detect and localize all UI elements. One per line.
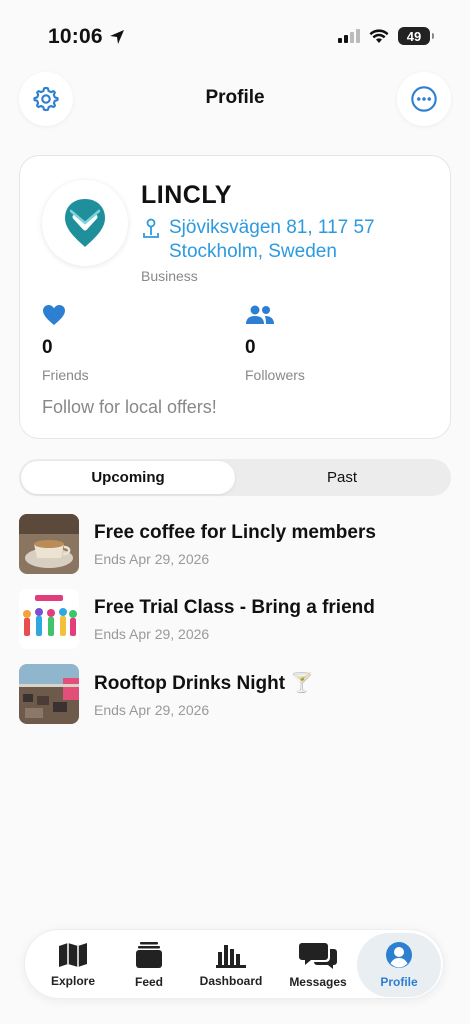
offer-end-date: Ends Apr 29, 2026 [94,625,210,642]
tab-feed-label: Feed [134,975,163,989]
tab-profile[interactable]: Profile [357,933,441,997]
business-name: LINCLY [141,181,232,209]
battery-icon: 49 [398,27,434,45]
business-type: Business [141,268,198,284]
offer-item[interactable]: Free coffee for Lincly members Ends Apr … [19,514,451,574]
tab-feed[interactable]: Feed [117,930,181,1000]
address-text: Sjöviksvägen 81, 117 57 Stockholm, Swede… [169,216,399,264]
signal-icon [338,29,360,43]
tab-upcoming[interactable]: Upcoming [21,461,235,494]
more-options-button[interactable] [397,72,451,126]
tab-past[interactable]: Past [235,461,449,494]
battery-level: 49 [406,28,422,44]
address-line-1: Sjöviksvägen 81, 117 57 [169,217,375,238]
offer-item[interactable]: Free Trial Class - Bring a friend Ends A… [19,589,451,649]
offer-item[interactable]: Rooftop Drinks Night 🍸 Ends Apr 29, 2026 [19,664,451,724]
heart-icon [43,305,65,325]
tab-messages-label: Messages [289,975,347,989]
status-time: 10:06 [48,25,125,49]
tab-dashboard-label: Dashboard [199,974,263,988]
status-time-text: 10:06 [48,25,103,48]
ellipsis-circle-icon [411,86,437,112]
offer-thumbnail-rooftop [19,664,79,724]
map-icon [59,943,87,967]
address-line-2: Stockholm, Sweden [169,241,337,262]
offer-title: Rooftop Drinks Night 🍸 [94,672,314,694]
offer-title: Free coffee for Lincly members [94,521,376,543]
profile-card: LINCLY Sjöviksvägen 81, 117 57 Stockholm… [19,155,451,439]
tab-profile-label: Profile [380,975,418,989]
location-arrow-icon [109,30,124,44]
friends-label: Friends [42,367,89,383]
offer-thumbnail-coffee [19,514,79,574]
people-icon [246,305,274,324]
followers-label: Followers [245,367,305,383]
bar-chart-icon [216,945,246,968]
bottom-tab-bar: Explore Feed Dashboard Messages Profile [24,929,444,999]
map-pin-icon [143,218,159,238]
person-icon [386,942,412,968]
lincly-logo-icon [65,199,105,247]
profile-tagline: Follow for local offers! [42,397,217,417]
status-indicators: 49 [338,27,434,45]
friends-count: 0 [42,337,53,358]
offer-thumbnail-dance-class [19,589,79,649]
tab-messages[interactable]: Messages [279,930,357,1000]
tab-explore-label: Explore [50,974,95,988]
offer-title: Free Trial Class - Bring a friend [94,596,375,618]
followers-stat[interactable]: 0 Followers [245,304,305,383]
tab-explore[interactable]: Explore [37,930,109,1000]
status-bar: 10:06 49 [0,0,470,74]
friends-stat[interactable]: 0 Friends [42,304,89,383]
offers-segmented-control: Upcoming Past [19,459,451,496]
feed-icon [136,942,162,968]
offer-end-date: Ends Apr 29, 2026 [94,550,210,567]
followers-count: 0 [245,337,256,358]
tab-dashboard[interactable]: Dashboard [191,930,271,1000]
address-link[interactable]: Sjöviksvägen 81, 117 57 Stockholm, Swede… [141,216,399,264]
chat-bubbles-icon [299,943,337,969]
wifi-icon [369,28,389,43]
offer-end-date: Ends Apr 29, 2026 [94,701,210,718]
business-avatar [42,180,128,266]
